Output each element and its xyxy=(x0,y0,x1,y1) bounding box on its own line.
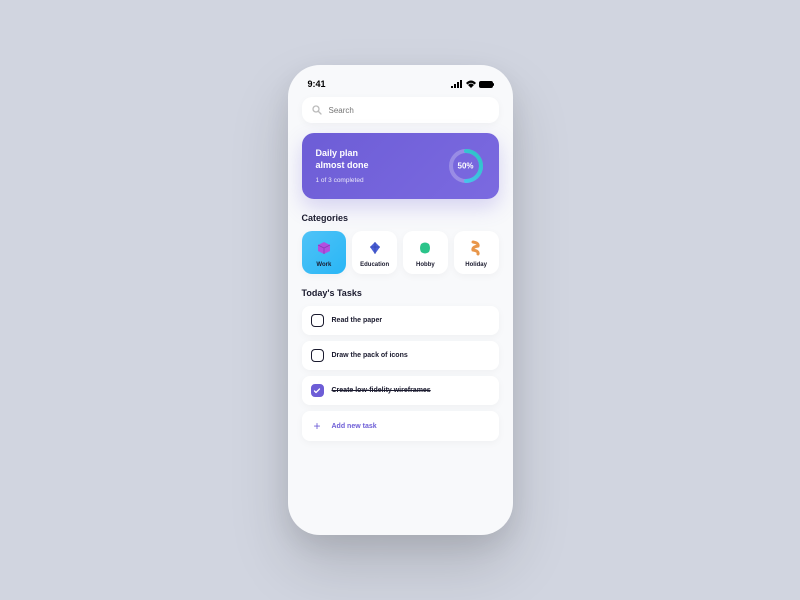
signal-icon xyxy=(451,80,463,88)
search-box[interactable] xyxy=(302,97,499,123)
search-icon xyxy=(312,105,322,115)
plus-icon: + xyxy=(311,419,324,433)
task-label: Create low-fidelity wireframes xyxy=(332,387,431,394)
phone-frame: 9:41 Daily plan almost done 1 of 3 compl… xyxy=(288,65,513,535)
abstract-icon xyxy=(416,239,434,257)
checkbox-unchecked[interactable] xyxy=(311,314,324,327)
add-task-row[interactable]: + Add new task xyxy=(302,411,499,441)
checkbox-checked[interactable] xyxy=(311,384,324,397)
task-row[interactable]: Create low-fidelity wireframes xyxy=(302,376,499,405)
categories-heading: Categories xyxy=(302,213,499,223)
task-label: Read the paper xyxy=(332,317,383,324)
category-label: Work xyxy=(316,262,331,268)
daily-subtitle: 1 of 3 completed xyxy=(316,177,369,184)
category-hobby[interactable]: Hobby xyxy=(403,231,448,274)
status-bar: 9:41 xyxy=(302,79,499,97)
gem-icon xyxy=(366,239,384,257)
daily-title-line1: Daily plan xyxy=(316,148,369,160)
category-label: Education xyxy=(360,262,389,268)
task-row[interactable]: Read the paper xyxy=(302,306,499,335)
progress-percent: 50% xyxy=(457,162,473,171)
daily-plan-card[interactable]: Daily plan almost done 1 of 3 completed … xyxy=(302,133,499,199)
status-time: 9:41 xyxy=(308,79,326,89)
category-label: Holiday xyxy=(465,262,487,268)
category-label: Hobby xyxy=(416,262,435,268)
categories-row: Work Education Hobby Holiday xyxy=(302,231,499,274)
progress-ring: 50% xyxy=(447,147,485,185)
add-task-label: Add new task xyxy=(332,423,377,430)
tasks-heading: Today's Tasks xyxy=(302,288,499,298)
category-education[interactable]: Education xyxy=(352,231,397,274)
wifi-icon xyxy=(466,80,476,88)
box-icon xyxy=(315,239,333,257)
tasks-list: Read the paper Draw the pack of icons Cr… xyxy=(302,306,499,441)
daily-plan-text: Daily plan almost done 1 of 3 completed xyxy=(316,148,369,183)
check-icon xyxy=(313,387,321,395)
checkbox-unchecked[interactable] xyxy=(311,349,324,362)
daily-title-line2: almost done xyxy=(316,160,369,172)
battery-icon xyxy=(479,81,493,88)
status-icons xyxy=(451,80,493,88)
task-row[interactable]: Draw the pack of icons xyxy=(302,341,499,370)
category-work[interactable]: Work xyxy=(302,231,347,274)
task-label: Draw the pack of icons xyxy=(332,352,408,359)
category-holiday[interactable]: Holiday xyxy=(454,231,499,274)
search-input[interactable] xyxy=(329,106,489,115)
spiral-icon xyxy=(467,239,485,257)
